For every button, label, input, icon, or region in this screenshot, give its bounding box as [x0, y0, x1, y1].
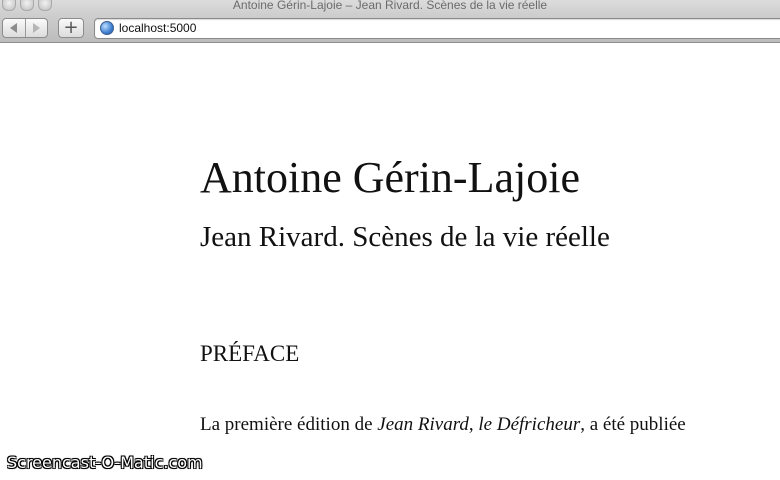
- nav-button-group: [2, 18, 48, 38]
- window-titlebar: Antoine Gérin-Lajoie – Jean Rivard. Scèn…: [0, 0, 780, 14]
- subtitle-italic: le Défricheur: [478, 414, 581, 435]
- forward-arrow-icon: [32, 23, 40, 33]
- back-button[interactable]: [3, 19, 25, 37]
- new-tab-button[interactable]: +: [58, 18, 84, 38]
- book-title-heading: Jean Rivard. Scènes de la vie réelle: [200, 221, 610, 253]
- url-text[interactable]: localhost:5000: [119, 21, 196, 35]
- forward-button[interactable]: [24, 19, 48, 37]
- window-title: Antoine Gérin-Lajoie – Jean Rivard. Scèn…: [232, 0, 548, 12]
- back-arrow-icon: [10, 23, 18, 33]
- screencast-watermark: Screencast-O-Matic.com: [7, 453, 203, 472]
- author-heading: Antoine Gérin-Lajoie: [200, 153, 580, 202]
- preface-paragraph: La première édition de Jean Rivard, le D…: [200, 414, 686, 436]
- paragraph-text: ,: [468, 414, 479, 435]
- preface-heading: PRÉFACE: [200, 341, 300, 366]
- browser-toolbar: + localhost:5000: [0, 14, 780, 43]
- address-bar[interactable]: localhost:5000: [94, 18, 780, 39]
- book-title-italic: Jean Rivard: [377, 414, 469, 435]
- paragraph-text: La première édition de: [200, 414, 378, 435]
- globe-icon: [100, 21, 114, 35]
- paragraph-text: , a été publiée: [580, 414, 686, 435]
